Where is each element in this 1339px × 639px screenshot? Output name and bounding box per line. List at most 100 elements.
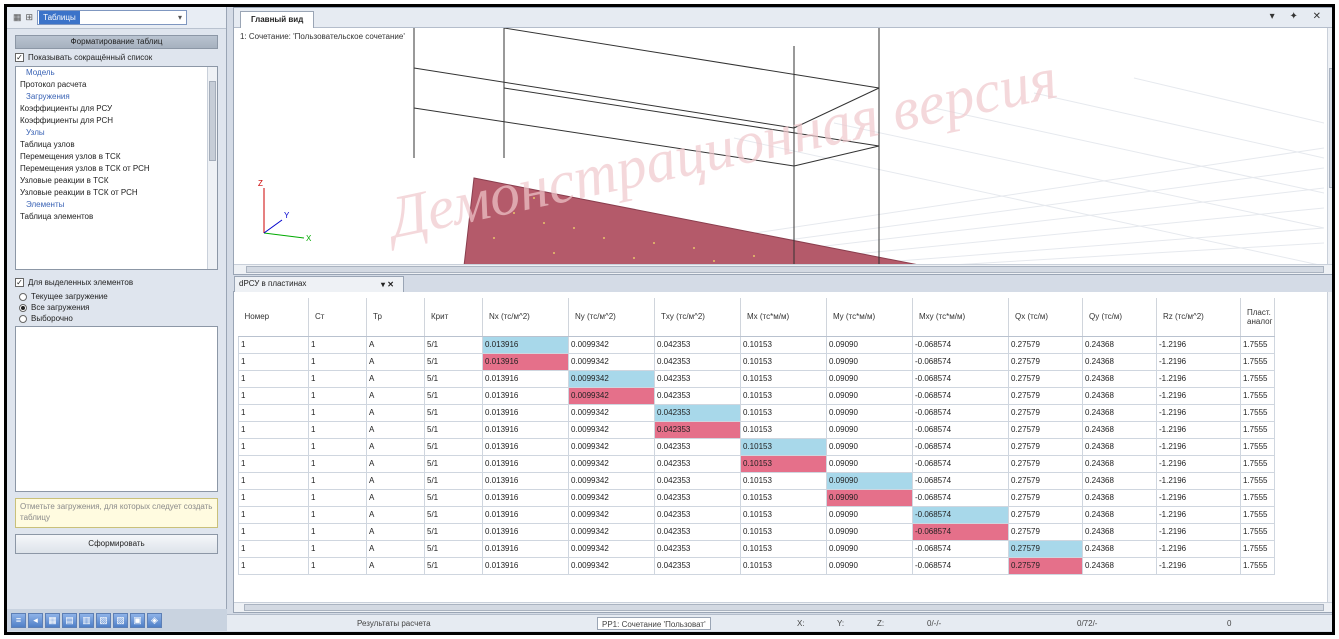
table-cell[interactable]: 0.013916 [482, 437, 569, 456]
table-cell[interactable]: -1.2196 [1156, 420, 1241, 439]
table-cell[interactable]: 5/1 [424, 471, 483, 490]
table-row[interactable]: 1 1 А 5/1 0.013916 0.0099342 0.042353 0.10153 0.… [238, 403, 1275, 422]
table-cell[interactable]: 0.09090 [826, 420, 913, 439]
table-cell[interactable]: 0.042353 [654, 369, 741, 388]
table-cell[interactable]: 1.7555 [1240, 386, 1275, 405]
table-cell[interactable]: 0.013916 [482, 352, 569, 371]
table-cell[interactable]: 0.042353 [654, 522, 741, 541]
tab-main-view[interactable]: Главный вид [240, 11, 315, 28]
table-cell[interactable]: А [366, 505, 425, 524]
table-cell[interactable]: 0.24368 [1082, 403, 1157, 422]
table-cell[interactable]: 1.7555 [1240, 539, 1275, 558]
table-cell[interactable]: 0.0099342 [568, 556, 655, 575]
table-cell[interactable]: 0.27579 [1008, 556, 1083, 575]
table-cell[interactable]: 5/1 [424, 522, 483, 541]
selected-elements-checkbox[interactable]: ✓ Для выделенных элементов [7, 274, 226, 291]
table-cell[interactable]: 0.10153 [740, 471, 827, 490]
table-cell[interactable]: 0.09090 [826, 335, 913, 354]
table-cell[interactable]: 0.10153 [740, 488, 827, 507]
table-cell[interactable]: 1 [238, 420, 309, 439]
table-cell[interactable]: 1.7555 [1240, 369, 1275, 388]
table-cell[interactable]: 0.09090 [826, 556, 913, 575]
table-cell[interactable]: 0.27579 [1008, 386, 1083, 405]
table-cell[interactable]: -0.068574 [912, 335, 1009, 354]
column-header[interactable]: Ny (тс/м^2) [568, 298, 655, 337]
table-cell[interactable]: 0.10153 [740, 556, 827, 575]
table-cell[interactable]: 0.013916 [482, 505, 569, 524]
table-cell[interactable]: 0.0099342 [568, 369, 655, 388]
table-cell[interactable]: -0.068574 [912, 403, 1009, 422]
table-icon[interactable]: ▦ [45, 612, 60, 628]
table-cell[interactable]: 0.24368 [1082, 522, 1157, 541]
column-header[interactable]: Qy (тс/м) [1082, 298, 1157, 337]
table-cell[interactable]: А [366, 386, 425, 405]
table-cell[interactable]: 0.24368 [1082, 488, 1157, 507]
table-cell[interactable]: А [366, 420, 425, 439]
table-cell[interactable]: 0.27579 [1008, 454, 1083, 473]
table-cell[interactable]: -0.068574 [912, 488, 1009, 507]
table-cell[interactable]: 0.013916 [482, 386, 569, 405]
table-cell[interactable]: 0.24368 [1082, 386, 1157, 405]
table-cell[interactable]: 0.24368 [1082, 335, 1157, 354]
table-row[interactable]: 1 1 А 5/1 0.013916 0.0099342 0.042353 0.10153 0.… [238, 488, 1275, 507]
tab-rsu-plates[interactable]: dРСУ в пластинах ▾ ✕ [234, 276, 404, 292]
table-row[interactable]: 1 1 А 5/1 0.013916 0.0099342 0.042353 0.10153 0.… [238, 522, 1275, 541]
table-cell[interactable]: 0.013916 [482, 522, 569, 541]
tables-tree[interactable]: Модель Протокол расчета Загружения Коэффици… [15, 66, 218, 270]
table-vertical-scrollbar[interactable] [1327, 292, 1332, 604]
table-cell[interactable]: 5/1 [424, 488, 483, 507]
view-vertical-scrollbar[interactable] [1327, 28, 1332, 266]
table-cell[interactable]: 5/1 [424, 352, 483, 371]
table-cell[interactable]: -1.2196 [1156, 386, 1241, 405]
table-cell[interactable]: 0.27579 [1008, 369, 1083, 388]
table-cell[interactable]: -1.2196 [1156, 403, 1241, 422]
table-cell[interactable]: 1.7555 [1240, 556, 1275, 575]
table-cell[interactable]: 0.24368 [1082, 505, 1157, 524]
table-cell[interactable]: -0.068574 [912, 539, 1009, 558]
table-cell[interactable]: 1 [308, 522, 367, 541]
column-header[interactable]: Mxy (тс*м/м) [912, 298, 1009, 337]
table-cell[interactable]: 1 [308, 505, 367, 524]
table-cell[interactable]: 0.042353 [654, 556, 741, 575]
table-cell[interactable]: 1 [308, 488, 367, 507]
table-cell[interactable]: 0.10153 [740, 335, 827, 354]
table-cell[interactable]: 0.09090 [826, 437, 913, 456]
table-cell[interactable]: А [366, 471, 425, 490]
table-cell[interactable]: 5/1 [424, 505, 483, 524]
table-cell[interactable]: 0.27579 [1008, 539, 1083, 558]
table-cell[interactable]: 0.27579 [1008, 471, 1083, 490]
radio-current-load[interactable]: Текущее загружение [7, 291, 226, 302]
table-cell[interactable]: 1.7555 [1240, 352, 1275, 371]
table-cell[interactable]: 1.7555 [1240, 437, 1275, 456]
table-cell[interactable]: 0.24368 [1082, 556, 1157, 575]
table-cell[interactable]: 0.042353 [654, 539, 741, 558]
table-cell[interactable]: 0.013916 [482, 556, 569, 575]
table-cell[interactable]: 0.0099342 [568, 352, 655, 371]
table-cell[interactable]: 0.0099342 [568, 420, 655, 439]
table-cell[interactable]: 1 [308, 335, 367, 354]
table-cell[interactable]: 1 [308, 556, 367, 575]
view-horizontal-scrollbar[interactable] [234, 264, 1332, 274]
table-cell[interactable]: -0.068574 [912, 352, 1009, 371]
column-header[interactable]: Тр [366, 298, 425, 337]
table-cell[interactable]: А [366, 403, 425, 422]
table-cell[interactable]: 1.7555 [1240, 488, 1275, 507]
table-cell[interactable]: 0.042353 [654, 352, 741, 371]
table-cell[interactable]: -1.2196 [1156, 471, 1241, 490]
table-cell[interactable]: 0.042353 [654, 454, 741, 473]
table-cell[interactable]: 0.042353 [654, 437, 741, 456]
table-cell[interactable]: 0.27579 [1008, 335, 1083, 354]
table-cell[interactable]: 5/1 [424, 335, 483, 354]
table-cell[interactable]: 0.10153 [740, 454, 827, 473]
table-cell[interactable]: 0.27579 [1008, 420, 1083, 439]
table-cell[interactable]: 0.042353 [654, 386, 741, 405]
table-cell[interactable]: 0.0099342 [568, 471, 655, 490]
column-header[interactable]: Номер [238, 298, 309, 337]
table-cell[interactable]: А [366, 556, 425, 575]
table-cell[interactable]: 5/1 [424, 437, 483, 456]
table-cell[interactable]: А [366, 522, 425, 541]
settings-icon[interactable]: ◈ [147, 612, 162, 628]
nav-icon[interactable]: ◂ [28, 612, 43, 628]
table-cell[interactable]: 5/1 [424, 539, 483, 558]
table-cell[interactable]: 0.0099342 [568, 403, 655, 422]
